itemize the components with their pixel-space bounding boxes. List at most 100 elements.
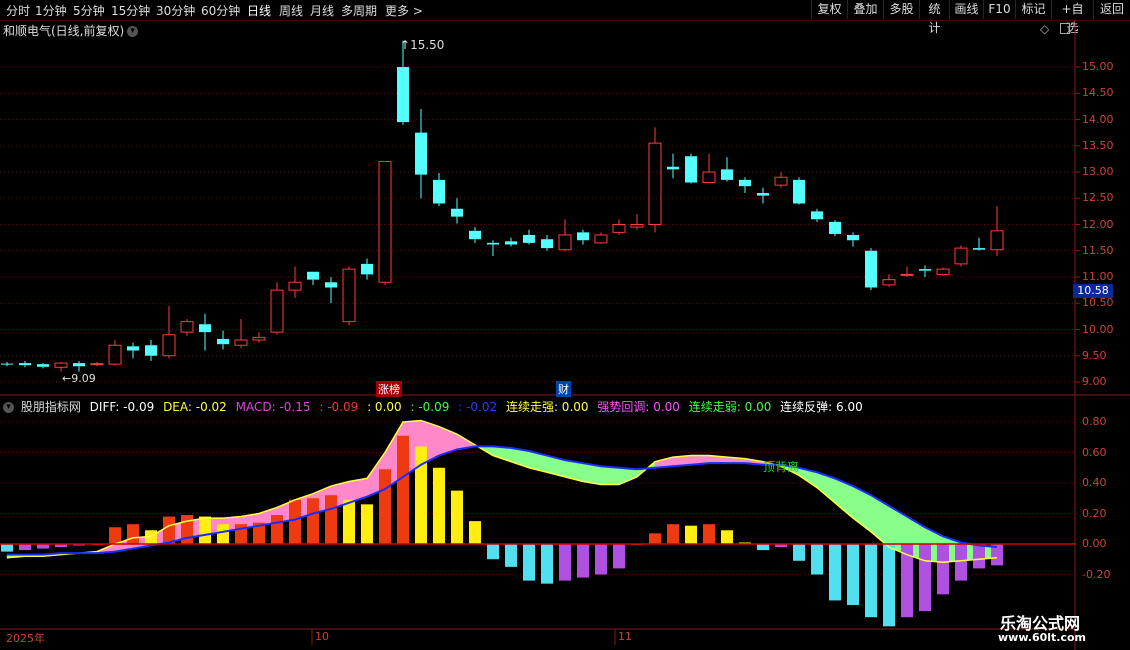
candle [774, 172, 788, 188]
candle [90, 362, 104, 367]
min-price-label: 9.09 [71, 372, 96, 385]
macd-value: MACD: -0.15 [235, 400, 311, 414]
candle [900, 266, 914, 277]
diff-value: DIFF: -0.09 [89, 400, 155, 414]
macd-bar [937, 544, 949, 595]
candle [505, 237, 517, 247]
candle-body [54, 362, 68, 368]
candle [829, 220, 841, 237]
macd-bar [811, 544, 823, 575]
macd-bar [199, 516, 211, 544]
macd-bar [559, 544, 571, 581]
candle-body [217, 338, 229, 345]
macd-bar [433, 467, 445, 544]
candle-body [145, 345, 157, 356]
dea-value: DEA: -0.02 [163, 400, 227, 414]
price-axis-label: 13.50 [1082, 138, 1114, 152]
v3-value: : -0.09 [410, 400, 450, 414]
candle-body [270, 289, 284, 333]
candle [685, 153, 697, 184]
indicator-legend: ▾ 股朋指标网 DIFF: -0.09 DEA: -0.02 MACD: -0.… [3, 398, 868, 415]
candle-body [162, 334, 176, 357]
candle-body [936, 268, 950, 275]
indicator-menu-icon[interactable]: ▾ [3, 402, 14, 413]
macd-bar [955, 544, 967, 581]
candle-body [973, 248, 985, 250]
candle-body [757, 193, 769, 196]
continuous-weak-value: 连续走弱: 0.00 [688, 400, 772, 414]
candle-body [630, 224, 644, 228]
macd-bar [325, 495, 337, 544]
candle-body [919, 269, 931, 271]
macd-bar [649, 533, 661, 544]
price-axis-label: 14.00 [1082, 112, 1114, 126]
candle [667, 153, 679, 179]
candle-body [180, 321, 194, 333]
candle-body [739, 179, 751, 187]
candle-body [865, 250, 877, 288]
candle [577, 229, 589, 245]
candle [973, 237, 985, 251]
indicator-name[interactable]: 股朋指标网 [21, 400, 81, 414]
candle-body [774, 176, 788, 186]
candle [811, 208, 823, 222]
date-label-year: 2025年 [6, 632, 45, 645]
macd-bar [451, 490, 463, 544]
price-axis-label: 9.50 [1082, 348, 1107, 362]
limit-up-tag[interactable]: 涨榜 [376, 381, 402, 397]
macd-bar [217, 524, 229, 544]
candle [612, 219, 626, 235]
candle [1, 362, 13, 367]
v2-value: : 0.00 [367, 400, 402, 414]
candle-body [685, 156, 697, 183]
watermark-url: www.60lt.com [998, 631, 1087, 644]
indicator-axis-label: 0.80 [1082, 415, 1107, 428]
macd-bar [109, 527, 121, 544]
macd-bar [379, 469, 391, 544]
macd-bar [667, 524, 679, 544]
macd-bar [883, 544, 895, 627]
price-axis-label: 11.00 [1082, 270, 1114, 283]
candle-body [469, 230, 481, 240]
candle-body [882, 279, 896, 286]
candle [990, 206, 1004, 256]
candle [234, 319, 248, 348]
candle-body [433, 179, 445, 204]
candle [757, 187, 769, 204]
candle-body [667, 166, 679, 170]
candle [325, 277, 337, 304]
candle-body [19, 363, 31, 366]
candle-body [307, 271, 319, 280]
macd-bar [721, 530, 733, 544]
candle [847, 232, 859, 247]
macd-bar [757, 544, 769, 551]
macd-bar [793, 544, 805, 561]
candle [19, 361, 31, 368]
candle-body [793, 179, 805, 204]
divergence-annotation: 顶背离 [763, 460, 800, 474]
candle [865, 248, 877, 291]
candle-body [288, 281, 302, 291]
candle [954, 245, 968, 267]
candle [217, 330, 229, 350]
candle-body [487, 242, 499, 245]
macd-bar [541, 544, 553, 584]
indicator-axis-label: 0.40 [1082, 476, 1107, 489]
candle [145, 340, 157, 361]
indicator-axis-label: 0.00 [1082, 537, 1107, 550]
candle-body [127, 346, 139, 351]
macd-bar [1, 544, 13, 552]
kline-chart [0, 20, 1130, 650]
max-price-marker: ↑15.50 [400, 38, 445, 52]
finance-tag[interactable]: 财 [556, 381, 571, 397]
candle-body [594, 234, 608, 244]
macd-bar [343, 499, 355, 544]
candle [523, 229, 535, 245]
macd-bar [829, 544, 841, 601]
candle [721, 157, 733, 182]
candle-body [523, 235, 535, 243]
candle-body [721, 169, 733, 180]
price-axis-label: 12.50 [1082, 191, 1114, 205]
macd-bar [685, 525, 697, 544]
macd-bar [847, 544, 859, 605]
